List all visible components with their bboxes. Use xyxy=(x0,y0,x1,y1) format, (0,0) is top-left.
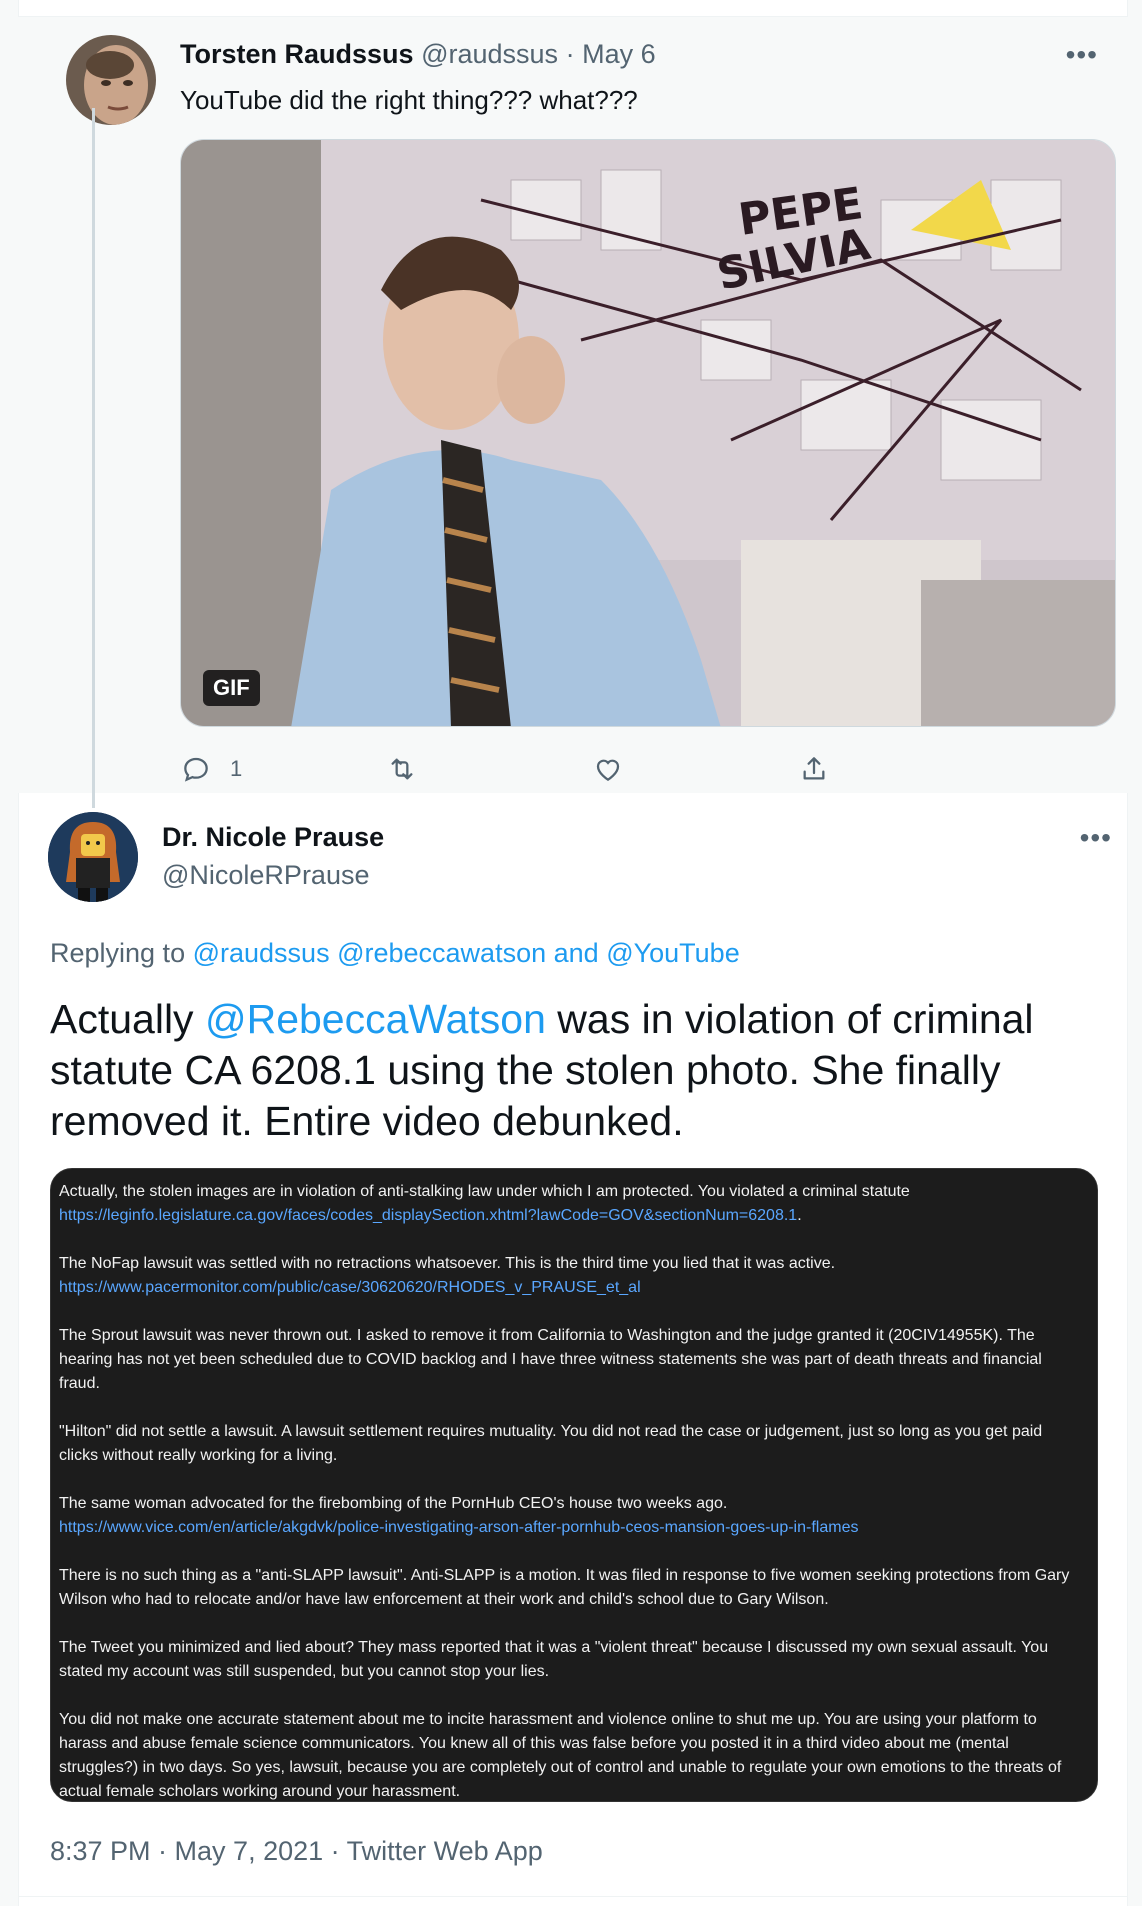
more-icon[interactable]: ••• xyxy=(1080,822,1112,854)
avatar[interactable] xyxy=(48,812,138,902)
screenshot-paragraph: You did not make one accurate statement … xyxy=(59,1708,1081,1801)
screenshot-paragraph-text: The NoFap lawsuit was settled with no re… xyxy=(59,1255,836,1272)
mention-link[interactable]: @YouTube xyxy=(606,938,740,968)
screenshot-paragraph: The NoFap lawsuit was settled with no re… xyxy=(59,1252,1081,1300)
share-icon xyxy=(803,757,825,780)
thread-connector-line xyxy=(92,108,95,808)
screenshot-url: https://www.pacermonitor.com/public/case… xyxy=(59,1276,1081,1300)
screenshot-paragraph: The Sprout lawsuit was never thrown out.… xyxy=(59,1324,1081,1396)
tweet-actions: 1 xyxy=(180,749,970,789)
screenshot-paragraph: "Hilton" did not settle a lawsuit. A law… xyxy=(59,1420,1081,1468)
screenshot-paragraph: The Tweet you minimized and lied about? … xyxy=(59,1636,1081,1684)
more-icon[interactable]: ••• xyxy=(1066,39,1098,71)
screenshot-paragraph-text: "Hilton" did not settle a lawsuit. A law… xyxy=(59,1423,1043,1464)
avatar[interactable] xyxy=(66,35,156,125)
author-handle[interactable]: @raudssus xyxy=(421,39,558,69)
screenshot-paragraph-text: The Sprout lawsuit was never thrown out.… xyxy=(59,1327,1042,1392)
screenshot-paragraph-text: There is no such thing as a "anti-SLAPP … xyxy=(59,1567,1070,1608)
separator: · xyxy=(565,39,575,69)
tweet-text: YouTube did the right thing??? what??? xyxy=(180,85,638,115)
author-handle[interactable]: @NicoleRPrause xyxy=(162,860,369,891)
screenshot-url-text: https://leginfo.legislature.ca.gov/faces… xyxy=(59,1207,798,1224)
screenshot-url: https://www.vice.com/en/article/akgdvk/p… xyxy=(59,1516,1081,1540)
mention-link[interactable]: @rebeccawatson xyxy=(337,938,546,968)
screenshot-url-suffix: . xyxy=(797,1207,802,1224)
screenshot-paragraph-text: You did not make one accurate statement … xyxy=(59,1711,1062,1800)
share-button[interactable] xyxy=(798,749,830,789)
page-margin-right xyxy=(1128,0,1142,1906)
screenshot-paragraph: The same woman advocated for the firebom… xyxy=(59,1492,1081,1540)
like-button[interactable] xyxy=(592,749,624,789)
tweet-timestamp[interactable]: 8:37 PM · May 7, 2021 · Twitter Web App xyxy=(50,1836,543,1867)
reply-count: 1 xyxy=(230,756,243,781)
page-margin-left xyxy=(0,0,18,1906)
gif-media[interactable]: PEPE SILVIA GIF xyxy=(180,139,1116,727)
screenshot-paragraph-text: The same woman advocated for the firebom… xyxy=(59,1495,728,1512)
parent-tweet[interactable]: Torsten Raudssus @raudssus · May 6 ••• Y… xyxy=(18,17,1128,793)
retweet-button[interactable] xyxy=(386,749,418,789)
author-name[interactable]: Torsten Raudssus xyxy=(180,39,414,69)
mention-link[interactable]: @RebeccaWatson xyxy=(205,996,546,1042)
screenshot-paragraph-text: The Tweet you minimized and lied about? … xyxy=(59,1639,1049,1680)
gif-frame-image: PEPE SILVIA xyxy=(181,140,1115,726)
replying-prefix: Replying to xyxy=(50,938,186,968)
reply-icon xyxy=(184,757,208,782)
screenshot-url-text: https://www.vice.com/en/article/akgdvk/p… xyxy=(59,1519,859,1536)
replying-and[interactable]: and xyxy=(554,938,599,968)
tweet-date[interactable]: May 6 xyxy=(582,39,656,69)
screenshot-url: https://leginfo.legislature.ca.gov/faces… xyxy=(59,1204,1081,1228)
mention-link[interactable]: @raudssus xyxy=(193,938,330,968)
body-prefix: Actually xyxy=(50,996,194,1042)
tweet-text: Actually @RebeccaWatson was in violation… xyxy=(50,994,1100,1147)
tweet-header: Torsten Raudssus @raudssus · May 6 xyxy=(180,39,656,70)
divider xyxy=(18,1896,1128,1897)
gif-badge: GIF xyxy=(203,670,260,706)
screenshot-paragraph: There is no such thing as a "anti-SLAPP … xyxy=(59,1564,1081,1612)
replying-to: Replying to @raudssus @rebeccawatson and… xyxy=(50,938,740,969)
reply-button[interactable]: 1 xyxy=(180,749,242,789)
attached-image[interactable]: Actually, the stolen images are in viola… xyxy=(50,1168,1098,1802)
like-icon xyxy=(596,759,620,781)
screenshot-paragraph: Actually, the stolen images are in viola… xyxy=(59,1180,1081,1228)
screenshot-url-text: https://www.pacermonitor.com/public/case… xyxy=(59,1279,641,1296)
author-name[interactable]: Dr. Nicole Prause xyxy=(162,822,384,853)
retweet-icon xyxy=(391,758,413,780)
screenshot-paragraph-text: Actually, the stolen images are in viola… xyxy=(59,1183,910,1200)
